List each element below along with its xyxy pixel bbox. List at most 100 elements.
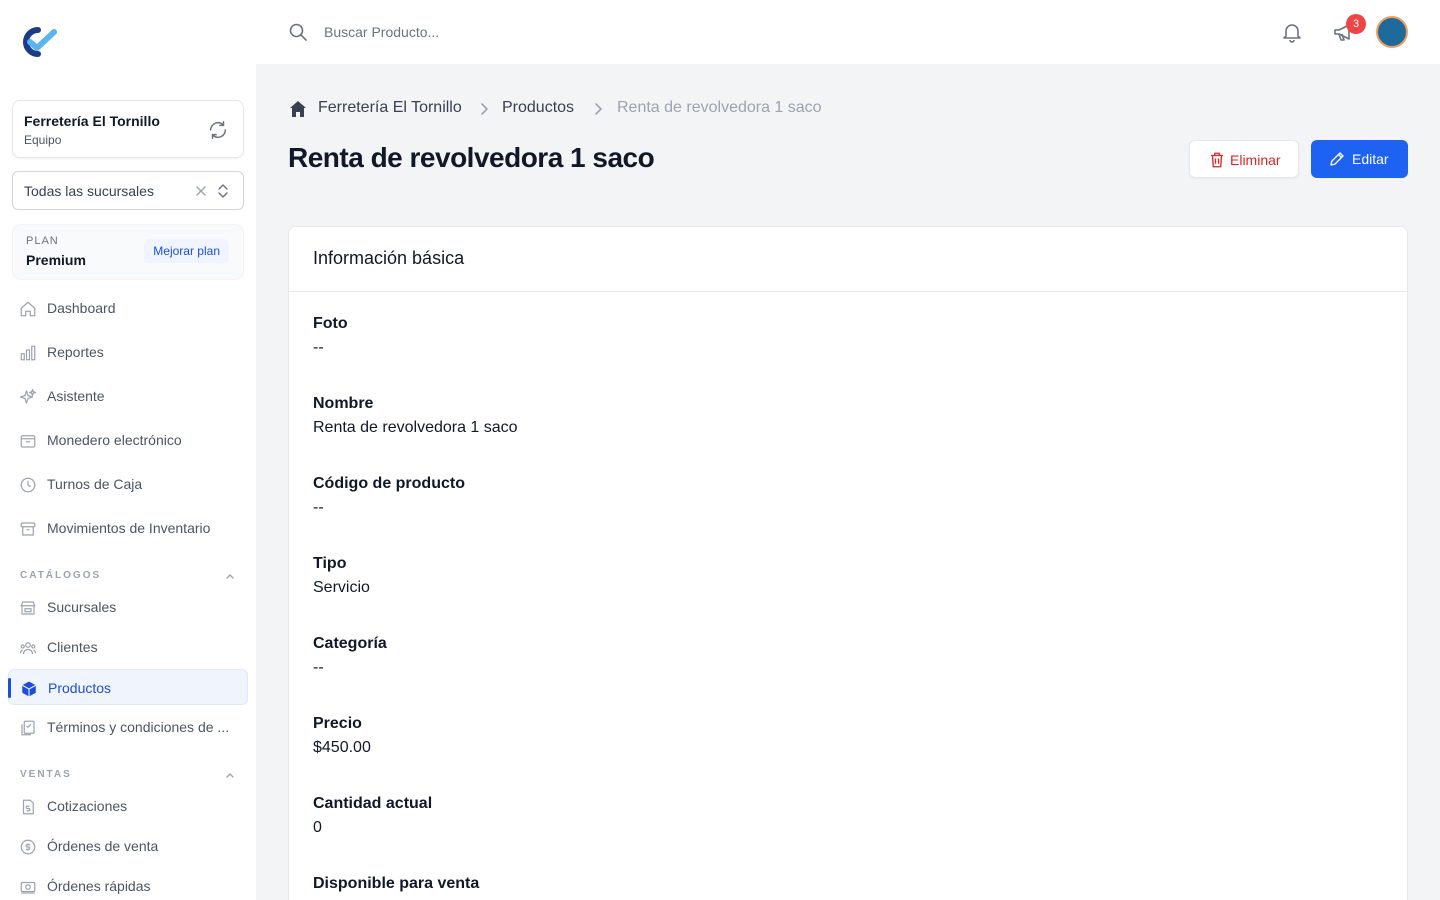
plan-label: PLAN — [26, 235, 59, 247]
page-title: Renta de revolvedora 1 saco — [288, 142, 655, 173]
breadcrumb-team[interactable]: Ferretería El Tornillo — [318, 99, 462, 117]
field-label: Nombre — [313, 395, 374, 412]
breadcrumb-productos[interactable]: Productos — [502, 99, 574, 117]
cube-icon — [21, 681, 37, 697]
section-header-catalogos[interactable]: CATÁLOGOS — [20, 570, 236, 581]
field-label: Código de producto — [313, 475, 465, 492]
divider — [289, 291, 1407, 292]
team-name: Ferretería El Tornillo — [24, 113, 160, 129]
field-foto: Foto -- — [313, 312, 1313, 360]
home-icon[interactable] — [288, 99, 308, 119]
sidebar-item-asistente[interactable]: Asistente — [8, 378, 248, 414]
breadcrumb-current: Renta de revolvedora 1 saco — [617, 99, 822, 116]
delete-button-label: Eliminar — [1230, 152, 1281, 168]
field-value: Servicio — [313, 579, 370, 596]
sidebar-item-cotizaciones[interactable]: Cotizaciones — [8, 788, 248, 824]
avatar[interactable] — [1376, 16, 1408, 48]
sidebar-item-productos[interactable]: Productos — [8, 669, 248, 705]
switch-team-icon[interactable] — [207, 119, 229, 141]
field-cantidad: Cantidad actual 0 — [313, 792, 1313, 840]
sidebar-item-dashboard[interactable]: Dashboard — [8, 290, 248, 326]
sidebar-item-label: Productos — [48, 680, 112, 696]
app-logo[interactable] — [18, 26, 58, 58]
dollar-circle-icon — [20, 839, 36, 855]
sidebar-item-clientes[interactable]: Clientes — [8, 629, 248, 665]
document-dollar-icon — [22, 799, 34, 815]
topbar: 3 — [256, 0, 1440, 64]
sidebar-item-label: Cotizaciones — [47, 798, 128, 814]
delete-button[interactable]: Eliminar — [1189, 140, 1299, 178]
field-label: Precio — [313, 715, 362, 732]
clear-icon[interactable] — [193, 183, 209, 199]
sidebar-item-label: Movimientos de Inventario — [47, 520, 211, 536]
field-value: $450.00 — [313, 739, 371, 756]
clock-icon — [20, 477, 36, 493]
sidebar-item-label: Asistente — [47, 388, 105, 404]
plan-name: Premium — [26, 252, 86, 268]
users-icon — [19, 642, 37, 655]
store-icon — [20, 601, 36, 615]
field-label: Disponible para venta — [313, 875, 480, 892]
wallet-icon — [20, 435, 36, 448]
field-precio: Precio $450.00 — [313, 712, 1313, 760]
sidebar-item-ordenes-venta[interactable]: Órdenes de venta — [8, 828, 248, 864]
basic-info-card: Información básica Foto -- Nombre Renta … — [288, 226, 1408, 900]
team-subtitle: Equipo — [24, 133, 62, 147]
field-disponible: Disponible para venta — [313, 872, 1313, 900]
sparkles-icon — [19, 388, 37, 404]
search-icon — [289, 23, 307, 41]
sidebar-item-ordenes-rapidas[interactable]: Órdenes rápidas — [8, 868, 248, 900]
chevron-right-icon — [595, 103, 603, 115]
sidebar-item-turnos[interactable]: Turnos de Caja — [8, 466, 248, 502]
sidebar-item-label: Términos y condiciones de ... — [47, 719, 230, 735]
chevron-up-down-icon — [218, 184, 228, 198]
section-header-ventas[interactable]: VENTAS — [20, 769, 236, 780]
sidebar-item-label: Clientes — [47, 639, 98, 655]
sidebar-item-label: Sucursales — [47, 599, 117, 615]
documents-icon — [21, 720, 35, 736]
field-value: 0 — [313, 819, 322, 836]
section-title: VENTAS — [20, 769, 72, 780]
field-value: -- — [313, 499, 324, 516]
sidebar: Ferretería El Tornillo Equipo Todas las … — [0, 0, 256, 900]
section-title: CATÁLOGOS — [20, 570, 102, 581]
field-codigo: Código de producto -- — [313, 472, 1313, 520]
bell-icon[interactable] — [1280, 20, 1304, 44]
card-title: Información básica — [313, 248, 465, 268]
chevron-up-icon — [226, 773, 234, 778]
chevron-right-icon — [481, 103, 489, 115]
plan-box: PLAN Premium Mejorar plan — [12, 224, 244, 280]
sidebar-item-label: Dashboard — [47, 300, 116, 316]
sidebar-item-label: Reportes — [47, 344, 104, 360]
search-input[interactable] — [324, 18, 724, 46]
bar-chart-icon — [20, 345, 36, 361]
sidebar-item-label: Monedero electrónico — [47, 432, 182, 448]
field-tipo: Tipo Servicio — [313, 552, 1313, 600]
sidebar-item-monedero[interactable]: Monedero electrónico — [8, 422, 248, 458]
sidebar-item-label: Órdenes rápidas — [47, 878, 151, 894]
field-label: Cantidad actual — [313, 795, 433, 812]
edit-button[interactable]: Editar — [1311, 140, 1408, 178]
sidebar-item-movimientos[interactable]: Movimientos de Inventario — [8, 510, 248, 546]
sidebar-item-terminos[interactable]: Términos y condiciones de ... — [8, 709, 248, 745]
active-indicator — [8, 678, 11, 698]
field-label: Tipo — [313, 555, 347, 572]
sidebar-item-sucursales[interactable]: Sucursales — [8, 589, 248, 625]
branch-select[interactable]: Todas las sucursales — [12, 171, 244, 210]
field-label: Categoría — [313, 635, 387, 652]
sidebar-item-reportes[interactable]: Reportes — [8, 334, 248, 370]
trash-icon — [1211, 152, 1223, 168]
chevron-up-icon — [226, 574, 234, 579]
team-switcher[interactable]: Ferretería El Tornillo Equipo — [12, 100, 244, 158]
field-value: -- — [313, 339, 324, 356]
field-nombre: Nombre Renta de revolvedora 1 saco — [313, 392, 1313, 440]
field-categoria: Categoría -- — [313, 632, 1313, 680]
pencil-icon — [1330, 152, 1344, 166]
sidebar-item-label: Órdenes de venta — [47, 838, 159, 854]
branch-select-value: Todas las sucursales — [24, 183, 154, 199]
home-icon — [20, 301, 36, 317]
upgrade-plan-button[interactable]: Mejorar plan — [144, 239, 229, 263]
field-label: Foto — [313, 315, 348, 332]
field-value: Renta de revolvedora 1 saco — [313, 419, 518, 436]
archive-icon — [20, 522, 36, 536]
